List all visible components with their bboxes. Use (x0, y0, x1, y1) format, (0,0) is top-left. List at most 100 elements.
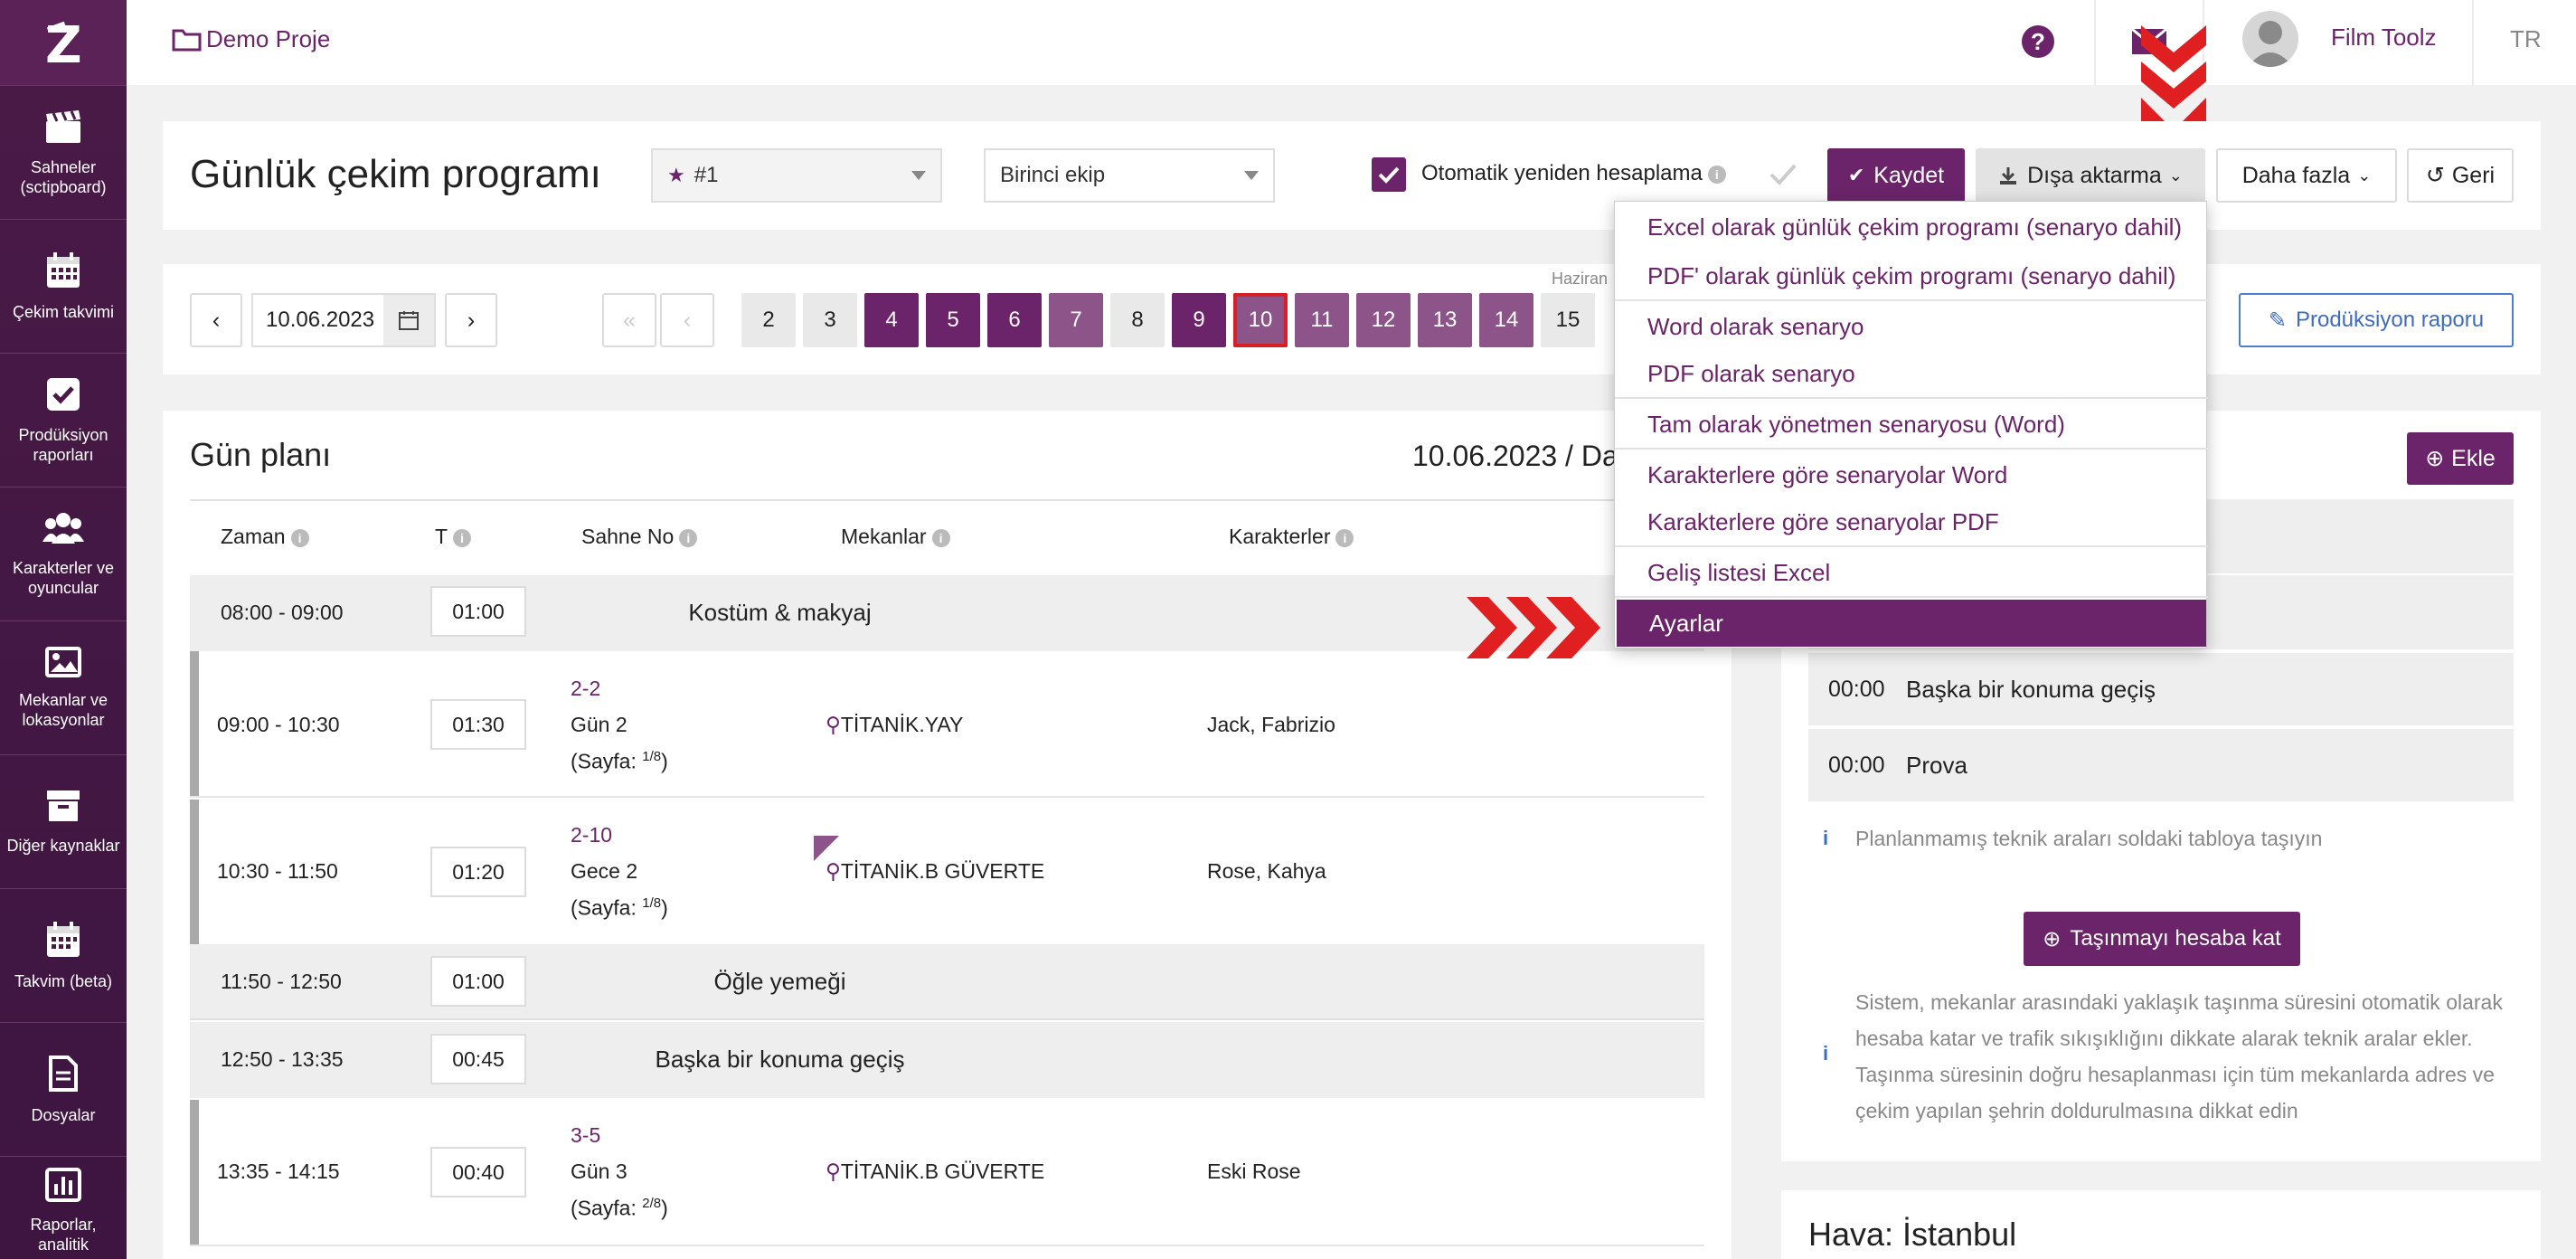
info-icon[interactable]: i (679, 528, 698, 547)
duration-input[interactable]: 01:20 (430, 847, 526, 897)
schedule-select[interactable]: ★ #1 (651, 148, 942, 203)
day-button[interactable]: 6 (987, 293, 1042, 347)
sidebar-item-label: Dosyalar (31, 1105, 96, 1124)
auto-recalc-checkbox[interactable] (1372, 157, 1406, 192)
day-button[interactable]: 9 (1172, 293, 1226, 347)
info-icon[interactable]: i (453, 528, 472, 547)
edit-icon: ✎ (2268, 308, 2287, 333)
production-report-button[interactable]: ✎ Prodüksiyon raporu (2239, 293, 2514, 347)
chevron-down-icon: ⌄ (2168, 166, 2183, 185)
menu-item-scripts-by-character-pdf[interactable]: Karakterlere göre senaryolar PDF (1615, 498, 2208, 545)
menu-item-director-script-word[interactable]: Tam olarak yönetmen senaryosu (Word) (1615, 401, 2208, 448)
page-fraction: 1/8 (642, 895, 662, 911)
menu-item-pdf-daily-schedule[interactable]: PDF' olarak günlük çekim programı (senar… (1615, 252, 2208, 299)
project-name: Demo Proje (206, 25, 331, 52)
table-row[interactable]: 11:50 - 12:50 01:00 Öğle yemeği (190, 944, 1704, 1020)
more-button[interactable]: Daha fazla ⌄ (2216, 148, 2397, 203)
day-button[interactable]: 15 (1541, 293, 1595, 347)
menu-item-pdf-script[interactable]: PDF olarak senaryo (1615, 350, 2208, 397)
prev-date-button[interactable]: ‹ (190, 293, 242, 347)
avatar[interactable] (2242, 11, 2298, 67)
duration-input[interactable]: 01:30 (430, 699, 526, 750)
calendar-icon (47, 251, 80, 288)
day-button[interactable]: 13 (1418, 293, 1472, 347)
first-page-button[interactable]: « (602, 293, 656, 347)
plus-circle-icon: ⊕ (2043, 926, 2062, 951)
location-name: TİTANİK.YAY (840, 713, 964, 736)
break-label: Prova (1906, 751, 1967, 779)
menu-item-word-script[interactable]: Word olarak senaryo (1615, 303, 2208, 350)
crew-select-value: Birinci ekip (1000, 163, 1106, 187)
day-button[interactable]: 8 (1110, 293, 1165, 347)
save-button[interactable]: ✔ Kaydet (1827, 148, 1965, 203)
row-label: Öğle yemeği (713, 968, 846, 995)
sidebar-item-characters[interactable]: Karakterler ve oyuncular (0, 487, 127, 620)
map-pin-icon: ⚲ (826, 1160, 841, 1183)
plus-circle-icon: ⊕ (2425, 446, 2445, 471)
sidebar-item-reports[interactable]: Raporlar, analitik (0, 1156, 127, 1259)
app-logo[interactable]: Z (0, 0, 127, 85)
sidebar-item-scenes[interactable]: Sahneler (sctipboard) (0, 85, 127, 219)
column-t: T (435, 525, 448, 548)
info-icon[interactable]: i (1707, 165, 1726, 184)
menu-item-settings[interactable]: Ayarlar (1617, 600, 2206, 647)
scene-link[interactable]: 3-5 (571, 1123, 600, 1148)
day-button[interactable]: 5 (926, 293, 980, 347)
day-button[interactable]: 2 (741, 293, 796, 347)
location-cell[interactable]: ⚲TİTANİK.B GÜVERTE (826, 1160, 1044, 1184)
crew-select[interactable]: Birinci ekip (984, 148, 1275, 203)
break-item[interactable]: 00:00 Prova (1808, 729, 2514, 801)
day-button[interactable]: 3 (803, 293, 857, 347)
menu-item-excel-daily-schedule[interactable]: Excel olarak günlük çekim programı (sena… (1615, 204, 2208, 251)
sidebar-item-label: Diğer kaynaklar (6, 836, 120, 855)
duration-input[interactable]: 00:40 (430, 1147, 526, 1197)
schedule-select-value: #1 (694, 163, 719, 187)
location-cell[interactable]: ⚲TİTANİK.B GÜVERTE (826, 859, 1044, 884)
add-button[interactable]: ⊕ Ekle (2407, 432, 2514, 485)
user-name[interactable]: Film Toolz (2331, 24, 2437, 52)
row-label: Kostüm & makyaj (688, 599, 872, 626)
sidebar-item-calendar-beta[interactable]: Takvim (beta) (0, 888, 127, 1022)
table-row[interactable]: 12:50 - 13:35 00:45 Başka bir konuma geç… (190, 1022, 1704, 1098)
info-icon[interactable]: i (290, 528, 309, 547)
table-row[interactable]: 10:30 - 11:50 01:20 2-10 Gece 2 (Sayfa: … (190, 800, 1704, 944)
sidebar-item-locations[interactable]: Mekanlar ve lokasyonlar (0, 620, 127, 754)
unplanned-hint: Planlanmamış teknik araları soldaki tabl… (1855, 827, 2323, 850)
date-value: 10.06.2023 (266, 308, 375, 332)
sidebar-item-files[interactable]: Dosyalar (0, 1022, 127, 1156)
day-button[interactable]: 14 (1479, 293, 1533, 347)
project-link[interactable]: Demo Proje (172, 25, 330, 53)
day-button[interactable]: 12 (1356, 293, 1411, 347)
export-button[interactable]: Dışa aktarma ⌄ (1976, 148, 2205, 203)
scene-pages-label: (Sayfa: (571, 749, 643, 773)
scene-link[interactable]: 2-10 (571, 823, 612, 847)
next-date-button[interactable]: › (445, 293, 497, 347)
scene-link[interactable]: 2-2 (571, 677, 600, 701)
menu-item-scripts-by-character-word[interactable]: Karakterlere göre senaryolar Word (1615, 451, 2208, 498)
calendar-picker-icon[interactable] (383, 295, 434, 346)
table-row[interactable]: 13:35 - 14:15 00:40 3-5 Gün 3 (Sayfa: 2/… (190, 1100, 1704, 1246)
info-icon[interactable]: i (931, 528, 950, 547)
transfer-button[interactable]: ⊕ Taşınmayı hesaba kat (2024, 912, 2300, 966)
day-button[interactable]: 10 (1233, 293, 1288, 347)
location-cell[interactable]: ⚲TİTANİK.YAY (826, 713, 963, 737)
day-button[interactable]: 4 (864, 293, 919, 347)
help-icon[interactable]: ? (2022, 25, 2054, 58)
language-switch[interactable]: TR (2510, 25, 2542, 53)
back-button[interactable]: ↺ Geri (2407, 148, 2514, 203)
day-button[interactable]: 7 (1049, 293, 1103, 347)
prev-page-button[interactable]: ‹ (660, 293, 714, 347)
sidebar-item-shooting-calendar[interactable]: Çekim takvimi (0, 219, 127, 353)
table-row[interactable]: 09:00 - 10:30 01:30 2-2 Gün 2 (Sayfa: 1/… (190, 651, 1704, 798)
sidebar-item-other-resources[interactable]: Diğer kaynaklar (0, 754, 127, 888)
chevron-left-icon: ‹ (683, 307, 692, 333)
sidebar-item-label: Prodüksiyon raporları (18, 425, 109, 464)
sidebar-item-label: Takvim (beta) (14, 971, 113, 990)
calendar-icon (47, 921, 80, 957)
characters-cell: Rose, Kahya (1207, 859, 1326, 883)
day-button[interactable]: 11 (1295, 293, 1349, 347)
menu-item-call-sheet-excel[interactable]: Geliş listesi Excel (1615, 549, 2208, 596)
break-item[interactable]: 00:00 Başka bir konuma geçiş (1808, 653, 2514, 725)
info-icon[interactable]: i (1335, 528, 1354, 547)
sidebar-item-production-reports[interactable]: Prodüksiyon raporları (0, 353, 127, 487)
